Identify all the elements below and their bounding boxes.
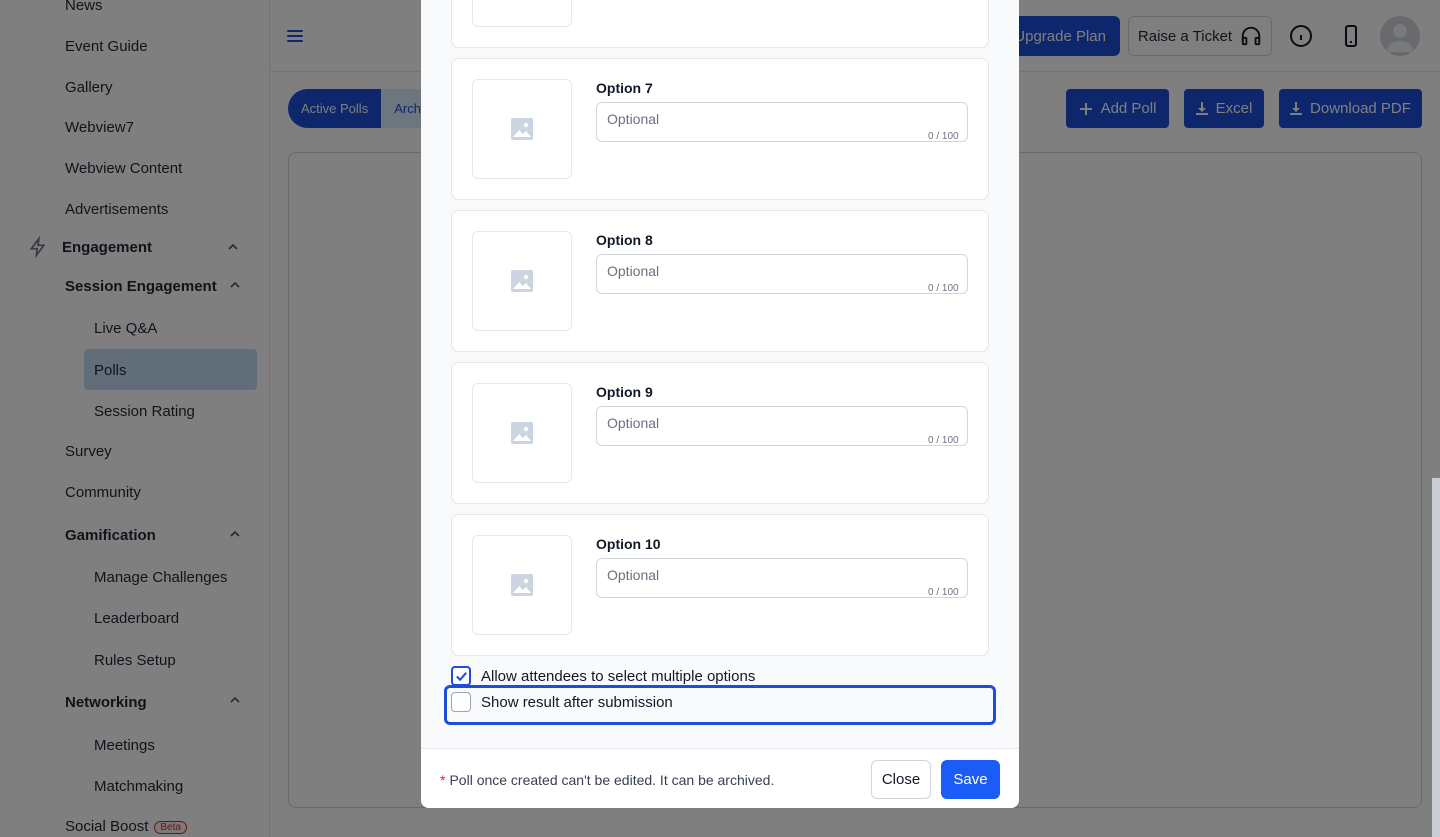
show-result-checkbox[interactable] [451, 692, 471, 712]
footer-note: * Poll once created can't be edited. It c… [440, 772, 774, 788]
add-poll-modal: Option 7 0 / 100 Option 8 0 / 100 Option… [421, 0, 1019, 808]
char-counter: 0 / 100 [928, 131, 959, 142]
option-label: Option 7 [596, 80, 653, 96]
option-label: Option 9 [596, 384, 653, 400]
modal-footer: * Poll once created can't be edited. It c… [421, 748, 1019, 808]
option-7-input[interactable] [596, 102, 968, 142]
checkmark-icon [455, 671, 467, 681]
image-placeholder-icon [511, 422, 533, 444]
option-image-upload[interactable] [472, 0, 572, 27]
footer-note-text: Poll once created can't be edited. It ca… [449, 772, 775, 788]
close-button[interactable]: Close [871, 760, 931, 799]
save-button[interactable]: Save [941, 760, 1000, 799]
option-card-7: Option 7 0 / 100 [451, 58, 989, 200]
show-result-label: Show result after submission [481, 693, 673, 711]
option-card-9: Option 9 0 / 100 [451, 362, 989, 504]
required-asterisk: * [440, 772, 446, 788]
option-image-upload[interactable] [472, 383, 572, 483]
option-image-upload[interactable] [472, 535, 572, 635]
option-card-8: Option 8 0 / 100 [451, 210, 989, 352]
page-scrollbar[interactable] [1432, 478, 1440, 837]
char-counter: 0 / 100 [928, 283, 959, 294]
allow-multiple-checkbox[interactable] [451, 666, 471, 686]
option-label: Option 8 [596, 232, 653, 248]
image-placeholder-icon [511, 270, 533, 292]
option-card-10: Option 10 0 / 100 [451, 514, 989, 656]
char-counter: 0 / 100 [928, 587, 959, 598]
option-image-upload[interactable] [472, 79, 572, 179]
image-placeholder-icon [511, 118, 533, 140]
image-placeholder-icon [511, 574, 533, 596]
option-8-input[interactable] [596, 254, 968, 294]
option-9-input[interactable] [596, 406, 968, 446]
option-label: Option 10 [596, 536, 661, 552]
show-result-row[interactable]: Show result after submission [451, 692, 673, 712]
allow-multiple-row[interactable]: Allow attendees to select multiple optio… [451, 666, 755, 686]
option-card-6 [451, 0, 989, 48]
option-image-upload[interactable] [472, 231, 572, 331]
option-10-input[interactable] [596, 558, 968, 598]
char-counter: 0 / 100 [928, 435, 959, 446]
allow-multiple-label: Allow attendees to select multiple optio… [481, 667, 756, 685]
